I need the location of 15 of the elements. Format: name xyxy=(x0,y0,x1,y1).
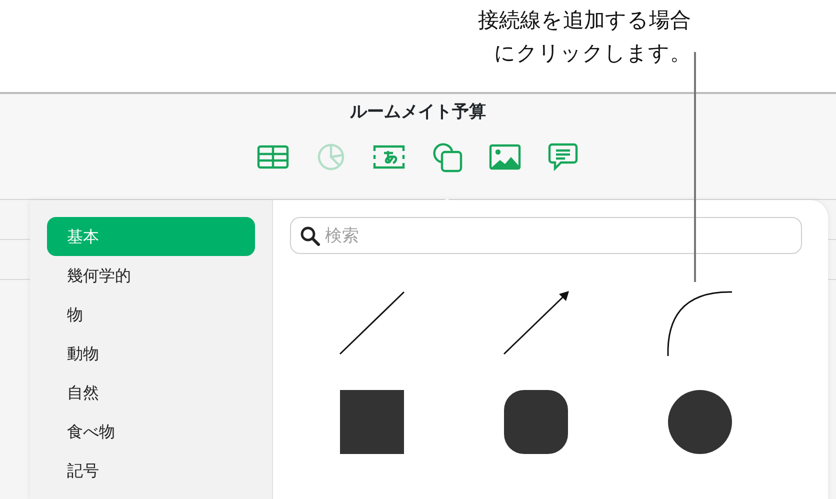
square-shape[interactable] xyxy=(338,388,406,456)
image-button[interactable] xyxy=(487,142,523,172)
category-item[interactable]: 動物 xyxy=(47,334,255,373)
rounded-square-shape[interactable] xyxy=(502,388,570,456)
curve-shape[interactable] xyxy=(666,290,734,358)
category-item[interactable]: 自然 xyxy=(47,373,255,412)
category-item[interactable]: 物 xyxy=(47,295,255,334)
category-item[interactable]: 記号 xyxy=(47,451,255,490)
callout-text: 接続線を追加する場合にクリックします。 xyxy=(478,7,691,67)
search-icon xyxy=(300,226,320,246)
category-item[interactable]: 食べ物 xyxy=(47,412,255,451)
window-title: ルームメイト予算 xyxy=(350,101,486,124)
search-field[interactable]: 検索 xyxy=(290,217,802,254)
circle-shape[interactable] xyxy=(666,388,734,456)
category-item[interactable]: 幾何学的 xyxy=(47,256,255,295)
